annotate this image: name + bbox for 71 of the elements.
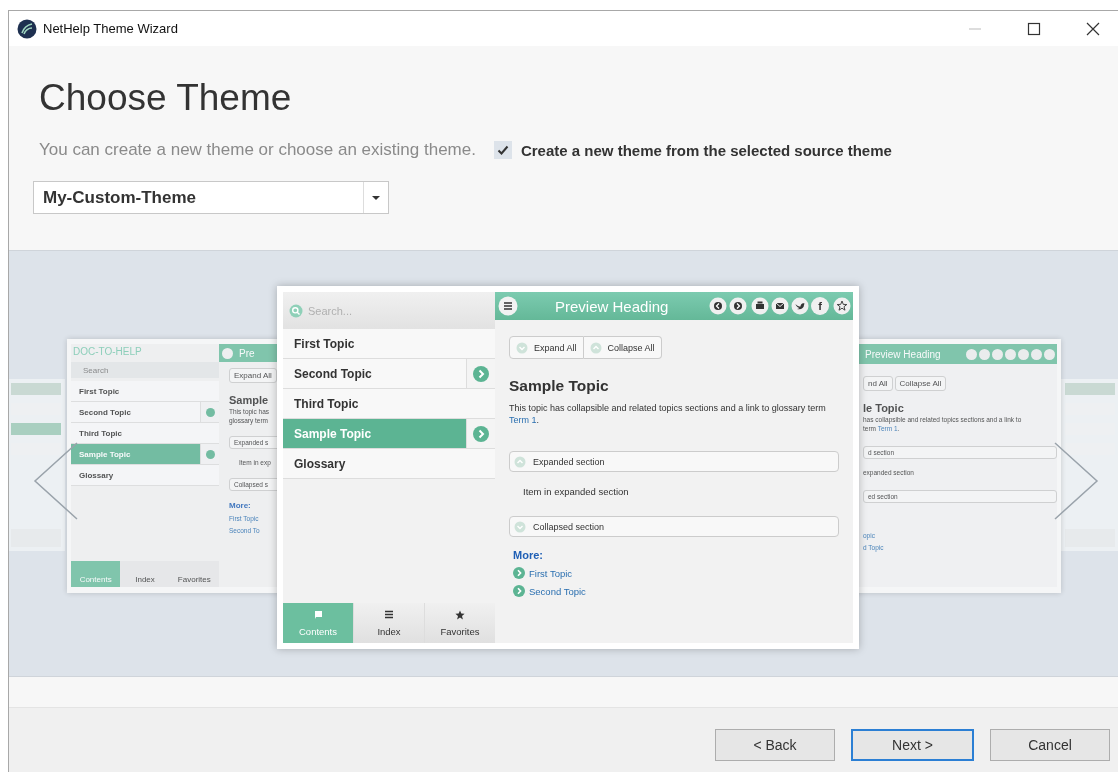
page-heading: Choose Theme <box>39 76 293 120</box>
topic-item: First Topic <box>283 329 495 359</box>
logo-text: DOC-TO-HELP <box>72 345 143 359</box>
book-icon <box>313 609 323 620</box>
expand-all-button: Expand All <box>229 368 277 383</box>
chevron-circle-icon <box>513 585 525 597</box>
star-icon <box>455 609 465 620</box>
create-new-checkbox[interactable] <box>493 141 512 159</box>
wizard-button[interactable]: < Back <box>715 729 835 761</box>
preview-tab: Contents <box>283 603 353 643</box>
chevron-circle-icon <box>513 567 525 579</box>
preview-tab: Index <box>120 561 170 587</box>
theme-preview-card[interactable] <box>277 286 859 649</box>
preview-tab: Favorites <box>424 603 495 643</box>
topic-item: Third Topic <box>71 423 219 444</box>
chevron-down-icon <box>516 341 528 354</box>
topic-item: Second Topic <box>283 359 495 389</box>
preview-heading: Preview Heading <box>555 297 670 315</box>
preview-tab: Favorites <box>169 561 219 587</box>
topic-item: Sample Topic <box>71 444 219 465</box>
wizard-button[interactable]: Cancel <box>990 729 1110 761</box>
related-link: First Topic <box>529 567 573 579</box>
preview-tab: Contents <box>71 561 121 587</box>
checkbox-label[interactable]: Create a new theme from the selected source theme <box>520 141 892 159</box>
maximize-icon[interactable] <box>1027 21 1041 36</box>
dropdown-caret-icon <box>371 194 381 201</box>
expand-all-button: Expand All <box>509 336 584 359</box>
search-icon <box>289 303 303 318</box>
topic-item: Glossary <box>71 465 219 486</box>
expand-all-button: nd All <box>863 376 893 391</box>
more-label: More: <box>229 501 252 510</box>
related-link: Second Topic <box>529 585 586 597</box>
search-field: Search... <box>308 304 353 317</box>
list-icon <box>384 609 394 620</box>
search-field: Search <box>83 365 109 375</box>
collapse-all-button: Collapse All <box>583 336 662 359</box>
email-icon <box>771 297 789 315</box>
preview-tab: Index <box>353 603 424 643</box>
wizard-button[interactable]: Next > <box>851 729 974 761</box>
topic-item: Second Topic <box>71 402 219 423</box>
chevron-circle-icon <box>473 425 489 442</box>
topic-item: Third Topic <box>283 389 495 419</box>
theme-dropdown[interactable]: My-Custom-Theme <box>33 181 389 214</box>
chevron-up-icon <box>589 341 602 354</box>
description-text: You can create a new theme or choose an existing theme. <box>39 140 476 160</box>
window-title: NetHelp Theme Wizard <box>43 21 178 36</box>
glossary-link: Term 1 <box>509 415 537 425</box>
app-logo-icon <box>17 18 37 39</box>
chevron-up-icon <box>514 455 526 468</box>
next-icon <box>729 297 747 315</box>
bird-icon <box>791 297 809 315</box>
facebook-icon: f <box>811 297 829 315</box>
topic-text: This topic has collapsible and related topics sections and a link to glossary term Term 1. <box>509 402 827 426</box>
chevron-down-icon <box>514 520 526 533</box>
previous-icon <box>709 297 727 315</box>
more-label: More: <box>513 549 544 561</box>
section-header: Collapsed section <box>509 516 839 537</box>
close-icon[interactable] <box>1086 21 1100 36</box>
topic-item: First Topic <box>71 381 219 402</box>
print-icon <box>751 297 769 315</box>
topic-title: le Topic <box>863 402 905 414</box>
menu-icon <box>498 296 518 316</box>
collapse-all-button: Collapse All <box>894 376 947 391</box>
section-header: Expanded section <box>509 451 839 472</box>
section-item: Item in expanded section <box>523 486 630 497</box>
topic-title: Sample Topic <box>509 377 610 395</box>
chevron-circle-icon <box>473 365 489 382</box>
topic-item: Sample Topic <box>283 419 495 449</box>
topic-item: Glossary <box>283 449 495 479</box>
topic-title: Sample <box>229 394 270 406</box>
preview-header-bar: Preview Heading <box>859 344 1057 364</box>
